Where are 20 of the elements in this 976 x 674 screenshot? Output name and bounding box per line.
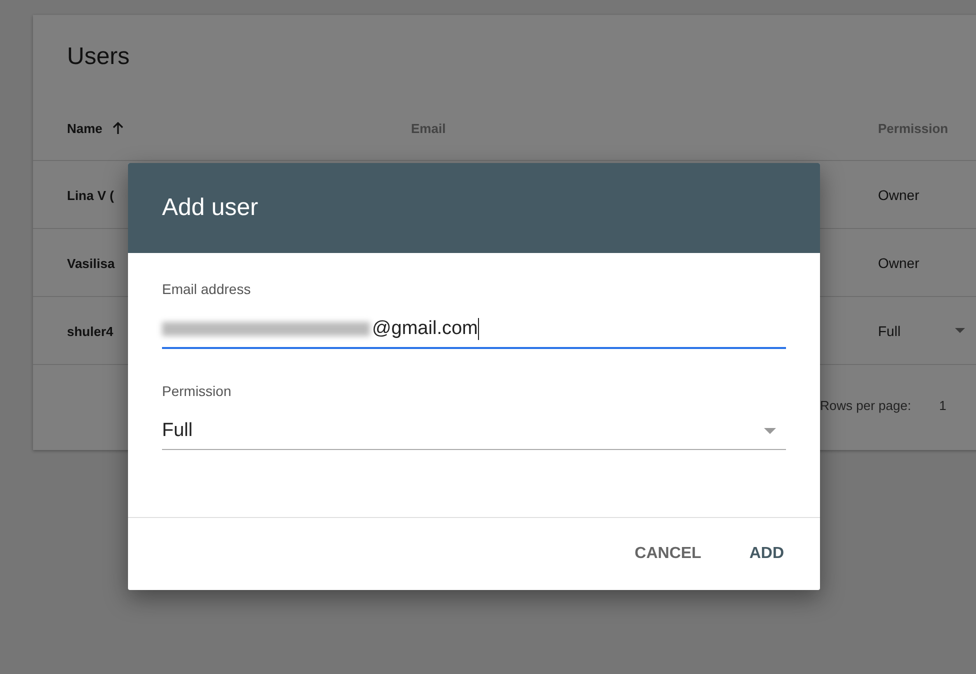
table-cell: Full [878,322,901,338]
table-cell: shuler4 [67,324,114,338]
table-cell: Vasilisa [67,256,115,270]
table-cell: Owner [878,186,920,202]
dialog-title: Add user [162,194,258,222]
card-title: Users [66,42,131,72]
dialog-button[interactable]: CANCEL [622,537,714,571]
rows-per-page-select[interactable]: 1 [939,398,946,412]
caret-icon[interactable] [954,328,965,334]
email-input-field[interactable]: @gmail.com [162,311,786,349]
table-cell: Owner [878,254,920,270]
field-label: Permission [162,383,232,399]
field-label: Email address [162,281,252,297]
table-cell: Lina V ( [67,188,114,202]
column-header[interactable]: Name [67,121,102,136]
permission-select[interactable]: Full [162,413,786,450]
sort-arrow-icon[interactable] [112,122,124,135]
dialog-button[interactable]: ADD [737,537,796,571]
dropdown-caret-icon[interactable] [764,428,776,434]
rows-per-page-label: Rows per page: [820,398,912,412]
